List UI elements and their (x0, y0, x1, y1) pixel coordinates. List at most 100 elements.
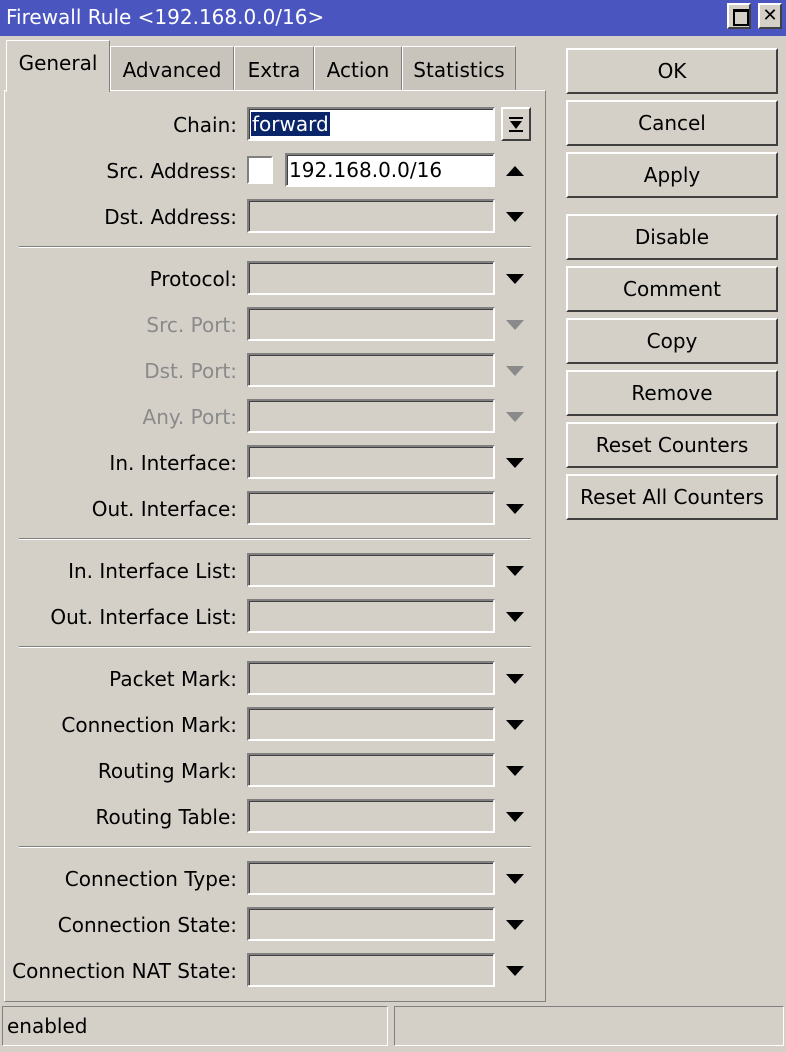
src-port-field (247, 307, 495, 341)
connection-type-row: Connection Type: (5, 861, 545, 897)
separator (19, 846, 531, 848)
copy-button[interactable]: Copy (566, 318, 778, 364)
in-interface-list-label: In. Interface List: (68, 559, 237, 583)
tab-action[interactable]: Action (314, 46, 402, 92)
window-title: Firewall Rule <192.168.0.0/16> (6, 5, 325, 29)
separator (19, 538, 531, 540)
any-port-field (247, 399, 495, 433)
in-interface-field[interactable] (247, 445, 495, 479)
dst-address-field[interactable] (247, 199, 495, 233)
chain-field[interactable]: forward (247, 107, 495, 141)
dropdown-icon[interactable] (503, 454, 527, 472)
maximize-button[interactable] (727, 3, 751, 29)
packet-mark-field[interactable] (247, 661, 495, 695)
routing-table-row: Routing Table: (5, 799, 545, 835)
out-interface-list-label: Out. Interface List: (50, 605, 237, 629)
connection-state-row: Connection State: (5, 907, 545, 943)
src-address-negate-checkbox[interactable] (247, 156, 273, 184)
collapse-icon[interactable] (503, 162, 527, 180)
routing-mark-label: Routing Mark: (97, 759, 237, 783)
routing-table-field[interactable] (247, 799, 495, 833)
tab-advanced[interactable]: Advanced (110, 46, 234, 92)
dropdown-icon[interactable] (503, 870, 527, 888)
tab-general[interactable]: General (6, 40, 110, 92)
packet-mark-row: Packet Mark: (5, 661, 545, 697)
packet-mark-label: Packet Mark: (109, 667, 237, 691)
dropdown-icon[interactable] (503, 562, 527, 580)
any-port-label: Any. Port: (142, 405, 237, 429)
dropdown-icon[interactable] (503, 208, 527, 226)
connection-nat-state-field[interactable] (247, 953, 495, 987)
title-bar: Firewall Rule <192.168.0.0/16> ✕ (0, 0, 786, 36)
src-address-field[interactable]: 192.168.0.0/16 (285, 153, 495, 187)
status-bar: enabled (0, 1004, 786, 1052)
dropdown-icon[interactable] (503, 500, 527, 518)
dropdown-icon[interactable] (503, 716, 527, 734)
tab-extra[interactable]: Extra (234, 46, 314, 92)
protocol-field[interactable] (247, 261, 495, 295)
out-interface-list-row: Out. Interface List: (5, 599, 545, 635)
dropdown-icon[interactable] (503, 762, 527, 780)
dropdown-icon[interactable] (503, 962, 527, 980)
dst-port-label: Dst. Port: (144, 359, 237, 383)
dropdown-icon[interactable] (503, 808, 527, 826)
connection-mark-label: Connection Mark: (61, 713, 237, 737)
chain-value: forward (251, 112, 330, 136)
connection-type-field[interactable] (247, 861, 495, 895)
dst-address-label: Dst. Address: (104, 205, 237, 229)
protocol-row: Protocol: (5, 261, 545, 297)
status-right (394, 1006, 784, 1046)
separator (19, 646, 531, 648)
status-enabled: enabled (2, 1006, 388, 1046)
in-interface-label: In. Interface: (109, 451, 237, 475)
connection-mark-field[interactable] (247, 707, 495, 741)
out-interface-row: Out. Interface: (5, 491, 545, 527)
close-button[interactable]: ✕ (758, 3, 782, 29)
dst-port-field (247, 353, 495, 387)
connection-mark-row: Connection Mark: (5, 707, 545, 743)
ok-button[interactable]: OK (566, 48, 778, 94)
connection-state-field[interactable] (247, 907, 495, 941)
dropdown-icon[interactable] (503, 608, 527, 626)
src-address-value: 192.168.0.0/16 (289, 158, 443, 182)
routing-mark-field[interactable] (247, 753, 495, 787)
chain-combo-button[interactable] (501, 107, 531, 141)
dropdown-icon (503, 362, 527, 380)
in-interface-list-field[interactable] (247, 553, 495, 587)
tab-statistics[interactable]: Statistics (402, 46, 516, 92)
dropdown-icon (503, 316, 527, 334)
protocol-label: Protocol: (149, 267, 237, 291)
in-interface-row: In. Interface: (5, 445, 545, 481)
dropdown-icon[interactable] (503, 670, 527, 688)
dropdown-icon (503, 408, 527, 426)
routing-table-label: Routing Table: (95, 805, 238, 829)
routing-mark-row: Routing Mark: (5, 753, 545, 789)
general-panel: Chain: forward Src. Address: 192.168.0.0… (4, 90, 546, 1002)
maximize-icon (733, 9, 749, 26)
dropdown-icon[interactable] (503, 916, 527, 934)
src-address-label: Src. Address: (106, 159, 237, 183)
disable-button[interactable]: Disable (566, 214, 778, 260)
separator (19, 246, 531, 248)
any-port-row: Any. Port: (5, 399, 545, 435)
dropdown-icon[interactable] (503, 270, 527, 288)
combo-arrow-icon (509, 117, 523, 132)
close-icon: ✕ (762, 5, 778, 26)
remove-button[interactable]: Remove (566, 370, 778, 416)
connection-state-label: Connection State: (57, 913, 237, 937)
comment-button[interactable]: Comment (566, 266, 778, 312)
in-interface-list-row: In. Interface List: (5, 553, 545, 589)
out-interface-list-field[interactable] (247, 599, 495, 633)
cancel-button[interactable]: Cancel (566, 100, 778, 146)
connection-type-label: Connection Type: (64, 867, 237, 891)
connection-nat-state-label: Connection NAT State: (12, 959, 237, 983)
reset-all-counters-button[interactable]: Reset All Counters (566, 474, 778, 520)
src-address-row: Src. Address: 192.168.0.0/16 (5, 153, 545, 189)
reset-counters-button[interactable]: Reset Counters (566, 422, 778, 468)
dst-port-row: Dst. Port: (5, 353, 545, 389)
connection-nat-state-row: Connection NAT State: (5, 953, 545, 989)
out-interface-field[interactable] (247, 491, 495, 525)
chain-row: Chain: forward (5, 107, 545, 143)
chain-label: Chain: (173, 113, 237, 137)
apply-button[interactable]: Apply (566, 152, 778, 198)
